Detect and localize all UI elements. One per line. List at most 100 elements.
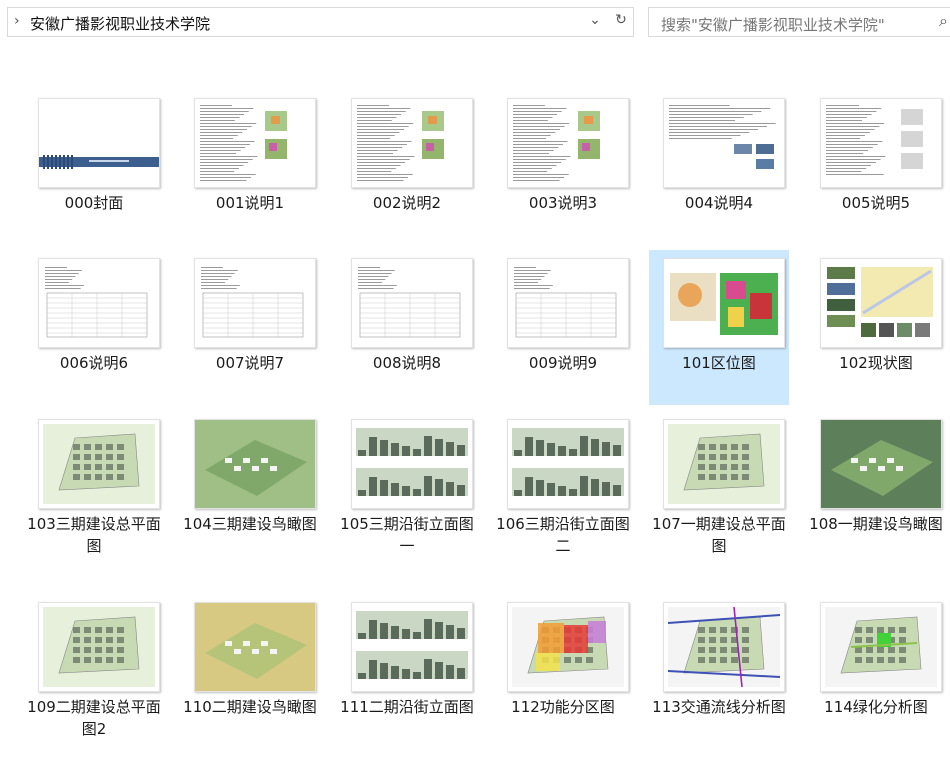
thumbnail-image (352, 420, 472, 508)
thumbnail-image (352, 259, 472, 347)
file-name-label[interactable]: 112功能分区图 (493, 696, 633, 718)
file-item[interactable]: 104三期建设鸟瞰图 (180, 411, 320, 566)
file-item[interactable]: 008说明8 (337, 250, 477, 405)
search-placeholder[interactable]: 搜索"安徽广播影视职业技术学院" (661, 14, 885, 35)
thumbnail-image (664, 603, 784, 691)
file-thumbnail[interactable] (351, 602, 473, 692)
file-name-label[interactable]: 002说明2 (337, 192, 477, 214)
file-item[interactable]: 000封面 (24, 90, 164, 245)
file-thumbnail[interactable] (507, 98, 629, 188)
thumbnail-image (508, 603, 628, 691)
file-name-label[interactable]: 000封面 (24, 192, 164, 214)
file-item[interactable]: 109二期建设总平面图2 (24, 594, 164, 749)
file-thumbnail[interactable] (820, 419, 942, 509)
file-name-label[interactable]: 003说明3 (493, 192, 633, 214)
file-item[interactable]: 106三期沿街立面图二 (493, 411, 633, 566)
file-name-label[interactable]: 108一期建设鸟瞰图 (806, 513, 946, 535)
file-name-label[interactable]: 008说明8 (337, 352, 477, 374)
file-thumbnail[interactable] (663, 98, 785, 188)
thumbnail-image (195, 603, 315, 691)
file-thumbnail[interactable] (194, 419, 316, 509)
search-box[interactable]: 搜索"安徽广播影视职业技术学院" ⌕ (648, 7, 950, 37)
thumbnail-image (195, 259, 315, 347)
file-item[interactable]: 107一期建设总平面图 (649, 411, 789, 566)
file-item[interactable]: 113交通流线分析图 (649, 594, 789, 749)
file-name-label[interactable]: 001说明1 (180, 192, 320, 214)
file-name-label[interactable]: 005说明5 (806, 192, 946, 214)
file-thumbnail[interactable] (663, 602, 785, 692)
thumbnail-image (508, 420, 628, 508)
search-icon[interactable]: ⌕ (939, 11, 948, 31)
file-name-label[interactable]: 110二期建设鸟瞰图 (180, 696, 320, 718)
file-thumbnail[interactable] (663, 419, 785, 509)
address-path[interactable]: 安徽广播影视职业技术学院 (30, 13, 210, 34)
thumbnail-image (821, 603, 941, 691)
thumbnail-image (664, 259, 784, 347)
file-item[interactable]: 110二期建设鸟瞰图 (180, 594, 320, 749)
file-thumbnail[interactable] (194, 602, 316, 692)
file-grid: 000封面 001说明1 002说明2 003说明3 004说明4 005说明5 006说明… (0, 90, 950, 758)
file-thumbnail[interactable] (507, 602, 629, 692)
file-thumbnail[interactable] (351, 258, 473, 348)
file-item[interactable]: 009说明9 (493, 250, 633, 405)
file-thumbnail[interactable] (38, 258, 160, 348)
file-thumbnail[interactable] (820, 258, 942, 348)
file-item[interactable]: 114绿化分析图 (806, 594, 946, 749)
file-item[interactable]: 006说明6 (24, 250, 164, 405)
file-thumbnail[interactable] (38, 602, 160, 692)
file-name-label[interactable]: 114绿化分析图 (806, 696, 946, 718)
file-name-label[interactable]: 105三期沿街立面图一 (337, 513, 477, 557)
file-name-label[interactable]: 006说明6 (24, 352, 164, 374)
file-item[interactable]: 105三期沿街立面图一 (337, 411, 477, 566)
file-name-label[interactable]: 107一期建设总平面图 (649, 513, 789, 557)
file-name-label[interactable]: 004说明4 (649, 192, 789, 214)
file-thumbnail[interactable] (507, 258, 629, 348)
file-item[interactable]: 004说明4 (649, 90, 789, 245)
thumbnail-image (352, 99, 472, 187)
thumbnail-image (821, 420, 941, 508)
file-thumbnail[interactable] (38, 419, 160, 509)
address-bar[interactable]: › 安徽广播影视职业技术学院 ⌄ ↻ (7, 7, 634, 37)
breadcrumb-chevron-icon[interactable]: › (14, 13, 20, 29)
file-thumbnail[interactable] (820, 98, 942, 188)
file-name-label[interactable]: 007说明7 (180, 352, 320, 374)
thumbnail-image (664, 99, 784, 187)
file-item[interactable]: 002说明2 (337, 90, 477, 245)
file-item[interactable]: 112功能分区图 (493, 594, 633, 749)
thumbnail-image (195, 99, 315, 187)
file-name-label[interactable]: 106三期沿街立面图二 (493, 513, 633, 557)
file-item[interactable]: 103三期建设总平面图 (24, 411, 164, 566)
file-name-label[interactable]: 104三期建设鸟瞰图 (180, 513, 320, 535)
file-thumbnail[interactable] (38, 98, 160, 188)
file-thumbnail[interactable] (194, 258, 316, 348)
refresh-icon[interactable]: ↻ (610, 12, 632, 32)
thumbnail-image (821, 259, 941, 347)
file-item[interactable]: 007说明7 (180, 250, 320, 405)
file-thumbnail[interactable] (351, 419, 473, 509)
file-name-label[interactable]: 009说明9 (493, 352, 633, 374)
file-item[interactable]: 003说明3 (493, 90, 633, 245)
file-item[interactable]: 101区位图 (649, 250, 789, 405)
file-name-label[interactable]: 109二期建设总平面图2 (24, 696, 164, 740)
file-item[interactable]: 005说明5 (806, 90, 946, 245)
file-name-label[interactable]: 111二期沿街立面图 (337, 696, 477, 718)
file-thumbnail[interactable] (820, 602, 942, 692)
address-history-dropdown-icon[interactable]: ⌄ (584, 12, 606, 32)
file-item[interactable]: 108一期建设鸟瞰图 (806, 411, 946, 566)
thumbnail-image (39, 420, 159, 508)
file-item[interactable]: 102现状图 (806, 250, 946, 405)
file-name-label[interactable]: 113交通流线分析图 (649, 696, 789, 718)
file-item[interactable]: 001说明1 (180, 90, 320, 245)
file-name-label[interactable]: 103三期建设总平面图 (24, 513, 164, 557)
file-name-label[interactable]: 102现状图 (806, 352, 946, 374)
file-thumbnail[interactable] (351, 98, 473, 188)
file-item[interactable]: 111二期沿街立面图 (337, 594, 477, 749)
file-thumbnail[interactable] (507, 419, 629, 509)
thumbnail-image (508, 99, 628, 187)
file-thumbnail[interactable] (663, 258, 785, 348)
file-thumbnail[interactable] (194, 98, 316, 188)
thumbnail-image (39, 603, 159, 691)
thumbnail-image (508, 259, 628, 347)
file-name-label[interactable]: 101区位图 (649, 352, 789, 374)
thumbnail-image (821, 99, 941, 187)
